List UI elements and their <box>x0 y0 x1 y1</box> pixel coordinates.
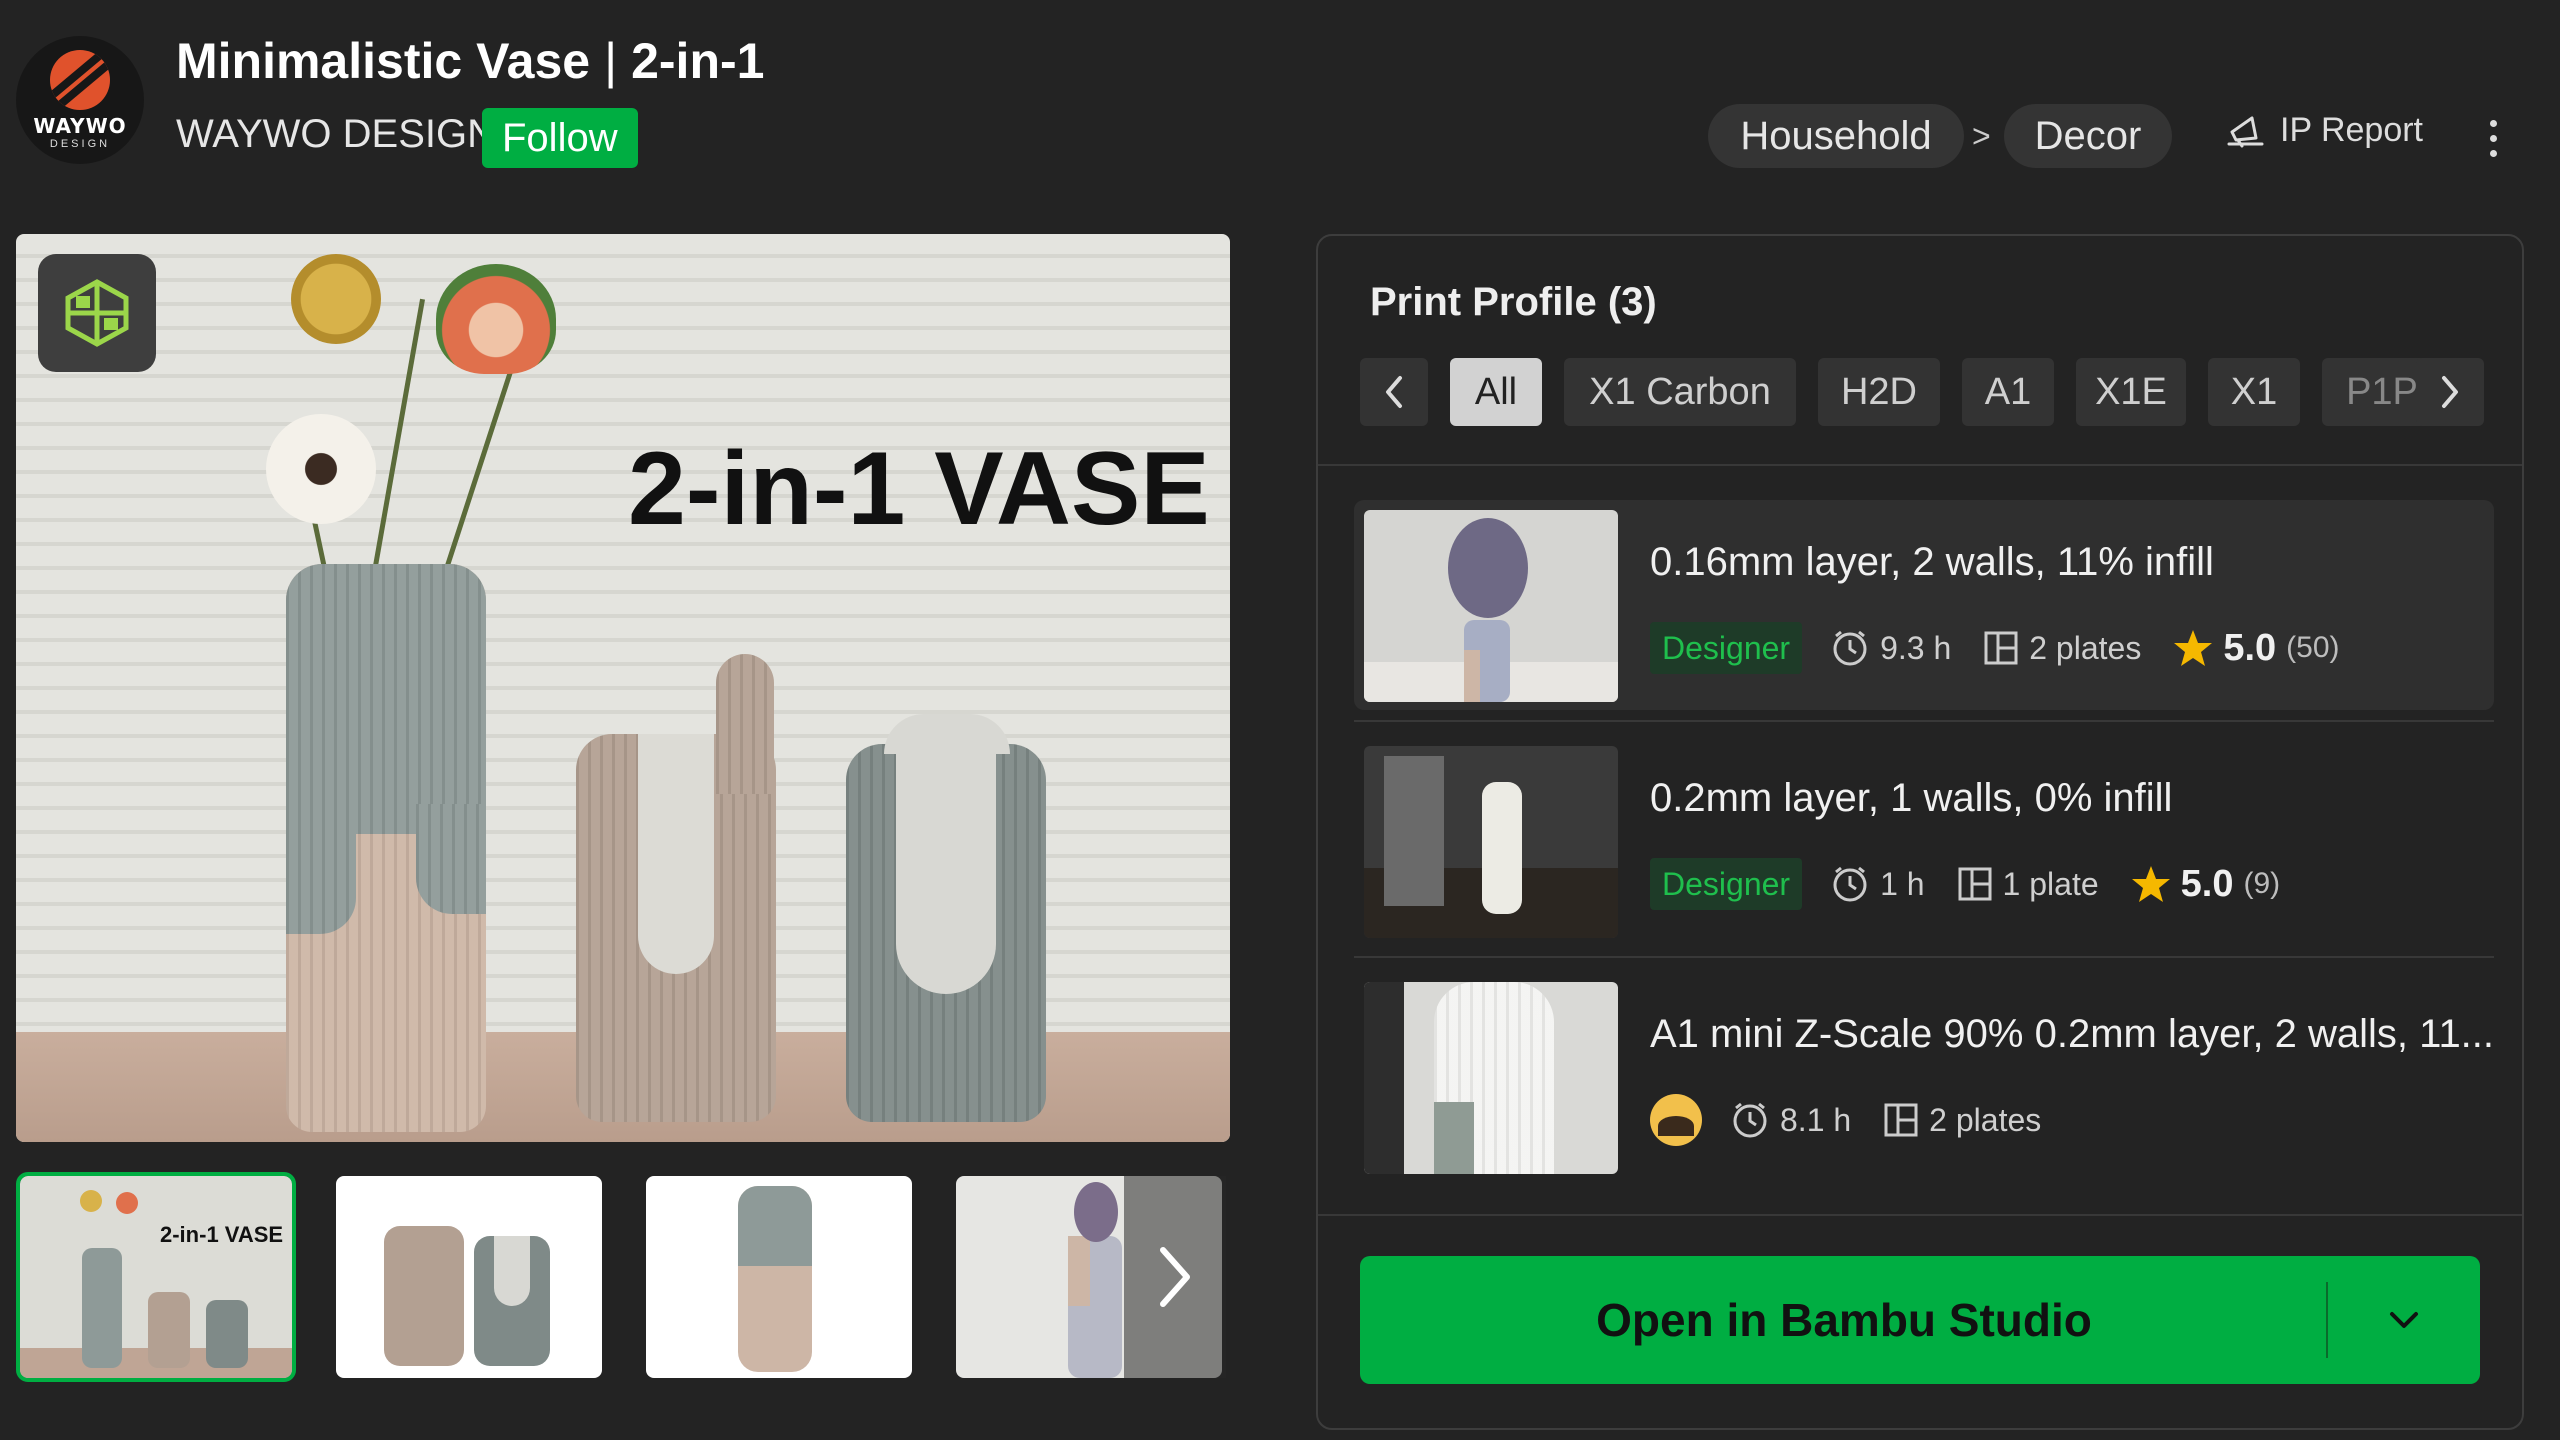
tab-x1-carbon[interactable]: X1 Carbon <box>1564 358 1796 426</box>
breadcrumb-household[interactable]: Household <box>1708 104 1964 168</box>
profile-rating: 5.0 (9) <box>2131 863 2280 906</box>
thumbnail-2[interactable] <box>336 1176 602 1378</box>
profile-rating: 5.0 (50) <box>2173 627 2340 670</box>
cube-model-icon <box>65 279 129 347</box>
profile-meta: 8.1 h 2 plates <box>1650 1094 2073 1146</box>
profile-meta: Designer 9.3 h 2 plates 5.0 (50) <box>1650 622 2340 674</box>
main-model-image[interactable]: 2-in-1 VASE <box>16 234 1230 1142</box>
print-profile-title: Print Profile (3) <box>1370 280 1657 324</box>
plates-icon <box>1958 867 1992 901</box>
logo-text: WAYWO <box>33 114 127 138</box>
tab-x1[interactable]: X1 <box>2208 358 2300 426</box>
divider <box>1318 464 2522 466</box>
logo-subtext: DESIGN <box>49 138 111 150</box>
page-title: Minimalistic Vase | 2-in-1 <box>176 32 764 90</box>
star-icon <box>2174 630 2213 666</box>
author-name[interactable]: WAYWO DESIGN <box>176 112 496 157</box>
chevron-right-icon <box>2442 376 2458 408</box>
chevron-down-icon <box>2390 1312 2418 1328</box>
follow-button[interactable]: Follow <box>482 108 638 168</box>
divider <box>1354 956 2494 958</box>
printer-tabs: All X1 Carbon H2D A1 X1E X1 P1P <box>1450 358 2422 428</box>
tabs-prev-button[interactable] <box>1360 358 1428 426</box>
plate-count: 1 plate <box>1957 866 2099 903</box>
profile-item[interactable]: 0.16mm layer, 2 walls, 11% infill Design… <box>1354 500 2494 710</box>
model-badge[interactable] <box>38 254 156 372</box>
tabs-next-button[interactable] <box>2416 358 2484 426</box>
ip-report-link[interactable]: IP Report <box>2226 110 2423 150</box>
chevron-left-icon <box>1386 376 1402 408</box>
title-suffix: 2-in-1 <box>631 33 765 89</box>
more-vertical-icon <box>2489 119 2497 127</box>
breadcrumb-separator: > <box>1972 118 1991 154</box>
protea-flower <box>436 264 556 374</box>
print-time: 1 h <box>1830 864 1925 904</box>
profile-thumbnail <box>1364 982 1618 1174</box>
u-vase-beige-arm <box>716 654 774 794</box>
more-options-button[interactable] <box>2480 110 2506 166</box>
chevron-right-icon <box>1160 1247 1190 1307</box>
thumbnail-3[interactable] <box>646 1176 912 1378</box>
ip-report-label: IP Report <box>2280 110 2424 149</box>
designer-badge: Designer <box>1650 622 1803 674</box>
user-avatar[interactable] <box>1650 1094 1702 1146</box>
tab-x1e[interactable]: X1E <box>2076 358 2186 426</box>
hero-overlay-text: 2-in-1 VASE <box>628 431 1210 547</box>
clock-icon <box>1833 630 1867 666</box>
plate-count: 2 plates <box>1883 1102 2041 1139</box>
clock-icon <box>1833 866 1867 902</box>
profile-title: 0.16mm layer, 2 walls, 11% infill <box>1650 540 2214 584</box>
profile-title: A1 mini Z-Scale 90% 0.2mm layer, 2 walls… <box>1650 1012 2495 1056</box>
print-time: 8.1 h <box>1730 1100 1851 1140</box>
print-time: 9.3 h <box>1830 628 1951 668</box>
plate-count: 2 plates <box>1983 630 2141 667</box>
title-separator: | <box>604 33 618 89</box>
tab-all[interactable]: All <box>1450 358 1542 426</box>
profile-thumbnail <box>1364 746 1618 938</box>
u-vase-grey <box>846 744 1046 1122</box>
clock-icon <box>1733 1102 1767 1138</box>
daisy-flower <box>266 414 376 524</box>
print-profile-panel: Print Profile (3) All X1 Carbon H2D A1 X… <box>1316 234 2524 1430</box>
open-in-bambu-studio-button[interactable]: Open in Bambu Studio <box>1360 1256 2480 1384</box>
tab-a1[interactable]: A1 <box>1962 358 2054 426</box>
designer-badge: Designer <box>1650 858 1803 910</box>
profile-item[interactable]: 0.2mm layer, 1 walls, 0% infill Designer… <box>1354 736 2494 946</box>
plates-icon <box>1884 1103 1918 1137</box>
tall-vase <box>286 564 486 1132</box>
divider <box>1354 720 2494 722</box>
u-vase-grey-rim <box>884 714 1010 754</box>
profile-meta: Designer 1 h 1 plate 5.0 (9) <box>1650 858 2280 910</box>
yellow-flower <box>291 254 381 344</box>
megaphone-icon <box>2227 116 2264 148</box>
tab-h2d[interactable]: H2D <box>1818 358 1940 426</box>
profile-thumbnail <box>1364 510 1618 702</box>
thumbnail-caption: 2-in-1 VASE <box>160 1222 284 1247</box>
profile-title: 0.2mm layer, 1 walls, 0% infill <box>1650 776 2173 820</box>
thumbnails-next-button[interactable] <box>1124 1176 1226 1378</box>
thumbnail-1[interactable]: 2-in-1 VASE <box>16 1172 296 1382</box>
title-main: Minimalistic Vase <box>176 33 591 89</box>
breadcrumb-decor[interactable]: Decor <box>2004 104 2172 168</box>
open-button-label: Open in Bambu Studio <box>1596 1294 2092 1346</box>
profile-item[interactable]: A1 mini Z-Scale 90% 0.2mm layer, 2 walls… <box>1354 972 2494 1182</box>
open-options-dropdown[interactable] <box>2328 1256 2480 1384</box>
plates-icon <box>1984 631 2018 665</box>
tab-p1p[interactable]: P1P <box>2322 358 2422 426</box>
star-icon <box>2131 866 2170 902</box>
divider <box>1318 1214 2522 1216</box>
author-avatar[interactable]: WAYWO DESIGN <box>16 36 144 164</box>
waywo-logo-icon <box>50 50 110 110</box>
